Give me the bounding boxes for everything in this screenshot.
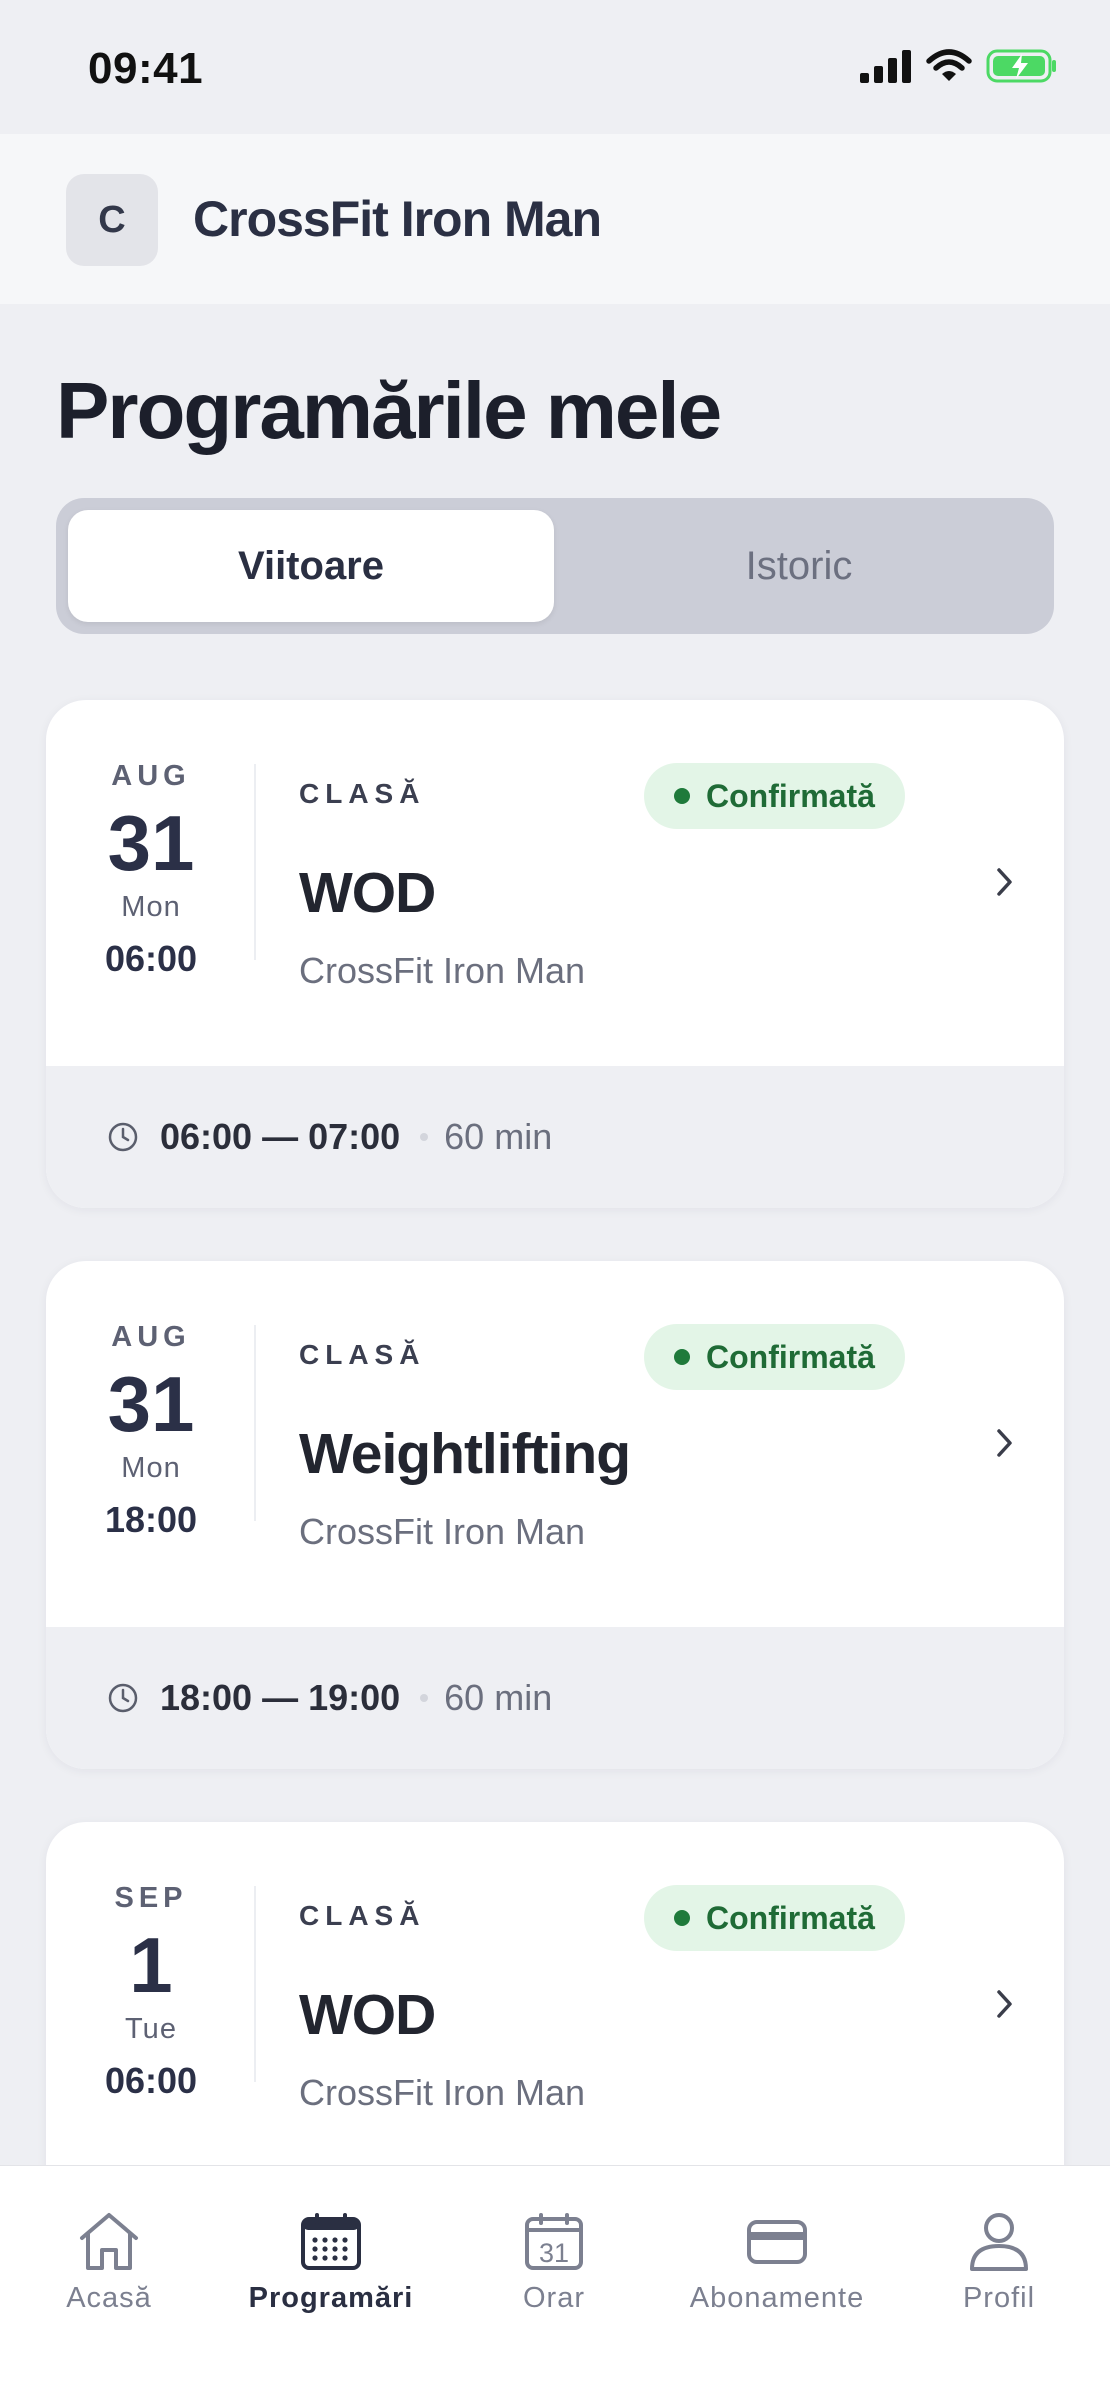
nav-item-schedule[interactable]: 31 Orar	[444, 2210, 664, 2315]
status-bar: 09:41	[0, 0, 1110, 134]
date-weekday: Mon	[121, 1452, 181, 1484]
divider	[254, 1325, 256, 1521]
duration-text: 60 min	[444, 1116, 553, 1157]
date-day: 31	[107, 799, 195, 887]
gym-avatar[interactable]: C	[66, 174, 158, 266]
time-range: 18:00 — 19:00 60 min	[106, 1677, 552, 1719]
class-location: CrossFit Iron Man	[299, 1511, 586, 1552]
user-icon	[970, 2213, 1028, 2271]
tab-upcoming[interactable]: Viitoare	[68, 510, 554, 622]
booking-type: CLASĂ	[299, 778, 426, 809]
booking-card[interactable]: AUG 31 Mon 06:00 CLASĂ Confirmată WOD Cr…	[46, 700, 1064, 1208]
nav-label: Orar	[523, 2282, 585, 2314]
start-time: 06:00	[104, 938, 198, 979]
date-block: AUG 31 Mon 18:00	[46, 1321, 256, 1541]
class-location: CrossFit Iron Man	[299, 950, 586, 991]
status-time: 09:41	[88, 44, 204, 93]
divider	[254, 764, 256, 960]
start-time: 18:00	[104, 1499, 198, 1540]
class-location: CrossFit Iron Man	[299, 2072, 586, 2113]
nav-label: Abonamente	[689, 2282, 865, 2314]
card-icon	[747, 2220, 807, 2264]
status-text: Confirmată	[706, 1899, 875, 1936]
battery-charging-icon	[986, 49, 1056, 83]
signal-icon	[860, 50, 911, 83]
gym-name: CrossFit Iron Man	[193, 191, 602, 247]
duration-text: 60 min	[444, 1677, 553, 1718]
date-day: 31	[107, 1360, 195, 1448]
chevron-right-icon[interactable]	[994, 1423, 1018, 1463]
chevron-right-icon[interactable]	[994, 862, 1018, 902]
separator-dot	[420, 1694, 429, 1702]
class-name: WOD	[299, 861, 436, 925]
time-range-text: 06:00 — 07:00	[160, 1116, 401, 1157]
date-block: SEP 1 Tue 06:00	[46, 1882, 256, 2102]
status-icons	[860, 48, 1058, 84]
date-month: AUG	[111, 760, 191, 792]
clock-icon	[108, 1683, 138, 1713]
chevron-right-icon[interactable]	[994, 1984, 1018, 2024]
nav-label: Programări	[248, 2282, 414, 2314]
wifi-icon	[926, 49, 972, 81]
date-month: SEP	[114, 1882, 188, 1914]
card-footer: 18:00 — 19:00 60 min	[46, 1627, 1064, 1769]
status-text: Confirmată	[706, 1338, 875, 1375]
date-day: 1	[129, 1921, 173, 2009]
nav-item-home[interactable]: Acasă	[0, 2210, 219, 2315]
separator-dot	[420, 1133, 429, 1141]
nav-item-profile[interactable]: Profil	[889, 2210, 1109, 2315]
start-time: 06:00	[104, 2060, 198, 2101]
divider	[254, 1886, 256, 2082]
status-badge: Confirmată	[644, 763, 905, 829]
nav-item-subscriptions[interactable]: Abonamente	[667, 2210, 887, 2315]
bottom-nav: Acasă Programări 31 Orar Abonamente Prof…	[0, 2165, 1110, 2405]
page-title: Programările mele	[56, 366, 722, 455]
status-text: Confirmată	[706, 777, 875, 814]
card-footer: 06:00 — 07:00 60 min	[46, 1066, 1064, 1208]
status-dot-icon	[674, 1910, 690, 1926]
class-name: WOD	[299, 1983, 436, 2047]
date-month: AUG	[111, 1321, 191, 1353]
date-weekday: Tue	[125, 2013, 177, 2045]
clock-icon	[108, 1122, 138, 1152]
app-header: C CrossFit Iron Man	[0, 134, 1110, 304]
segmented-control: Viitoare Istoric	[56, 498, 1054, 634]
date-block: AUG 31 Mon 06:00	[46, 760, 256, 980]
booking-card[interactable]: AUG 31 Mon 18:00 CLASĂ Confirmată Weight…	[46, 1261, 1064, 1769]
booking-type: CLASĂ	[299, 1339, 426, 1370]
status-dot-icon	[674, 788, 690, 804]
calendar-31-icon: 31	[525, 2213, 583, 2270]
booking-type: CLASĂ	[299, 1900, 426, 1931]
status-badge: Confirmată	[644, 1324, 905, 1390]
time-range-text: 18:00 — 19:00	[160, 1677, 401, 1718]
tab-history[interactable]: Istoric	[556, 510, 1042, 622]
home-icon	[80, 2213, 138, 2270]
nav-item-bookings[interactable]: Programări	[221, 2210, 441, 2315]
nav-label: Profil	[962, 2282, 1036, 2314]
status-dot-icon	[674, 1349, 690, 1365]
calendar-grid-icon	[301, 2213, 361, 2270]
time-range: 06:00 — 07:00 60 min	[106, 1116, 552, 1158]
status-badge: Confirmată	[644, 1885, 905, 1951]
date-weekday: Mon	[121, 891, 181, 923]
nav-label: Acasă	[66, 2282, 152, 2314]
class-name: Weightlifting	[299, 1422, 631, 1486]
svg-text:31: 31	[539, 2238, 569, 2268]
